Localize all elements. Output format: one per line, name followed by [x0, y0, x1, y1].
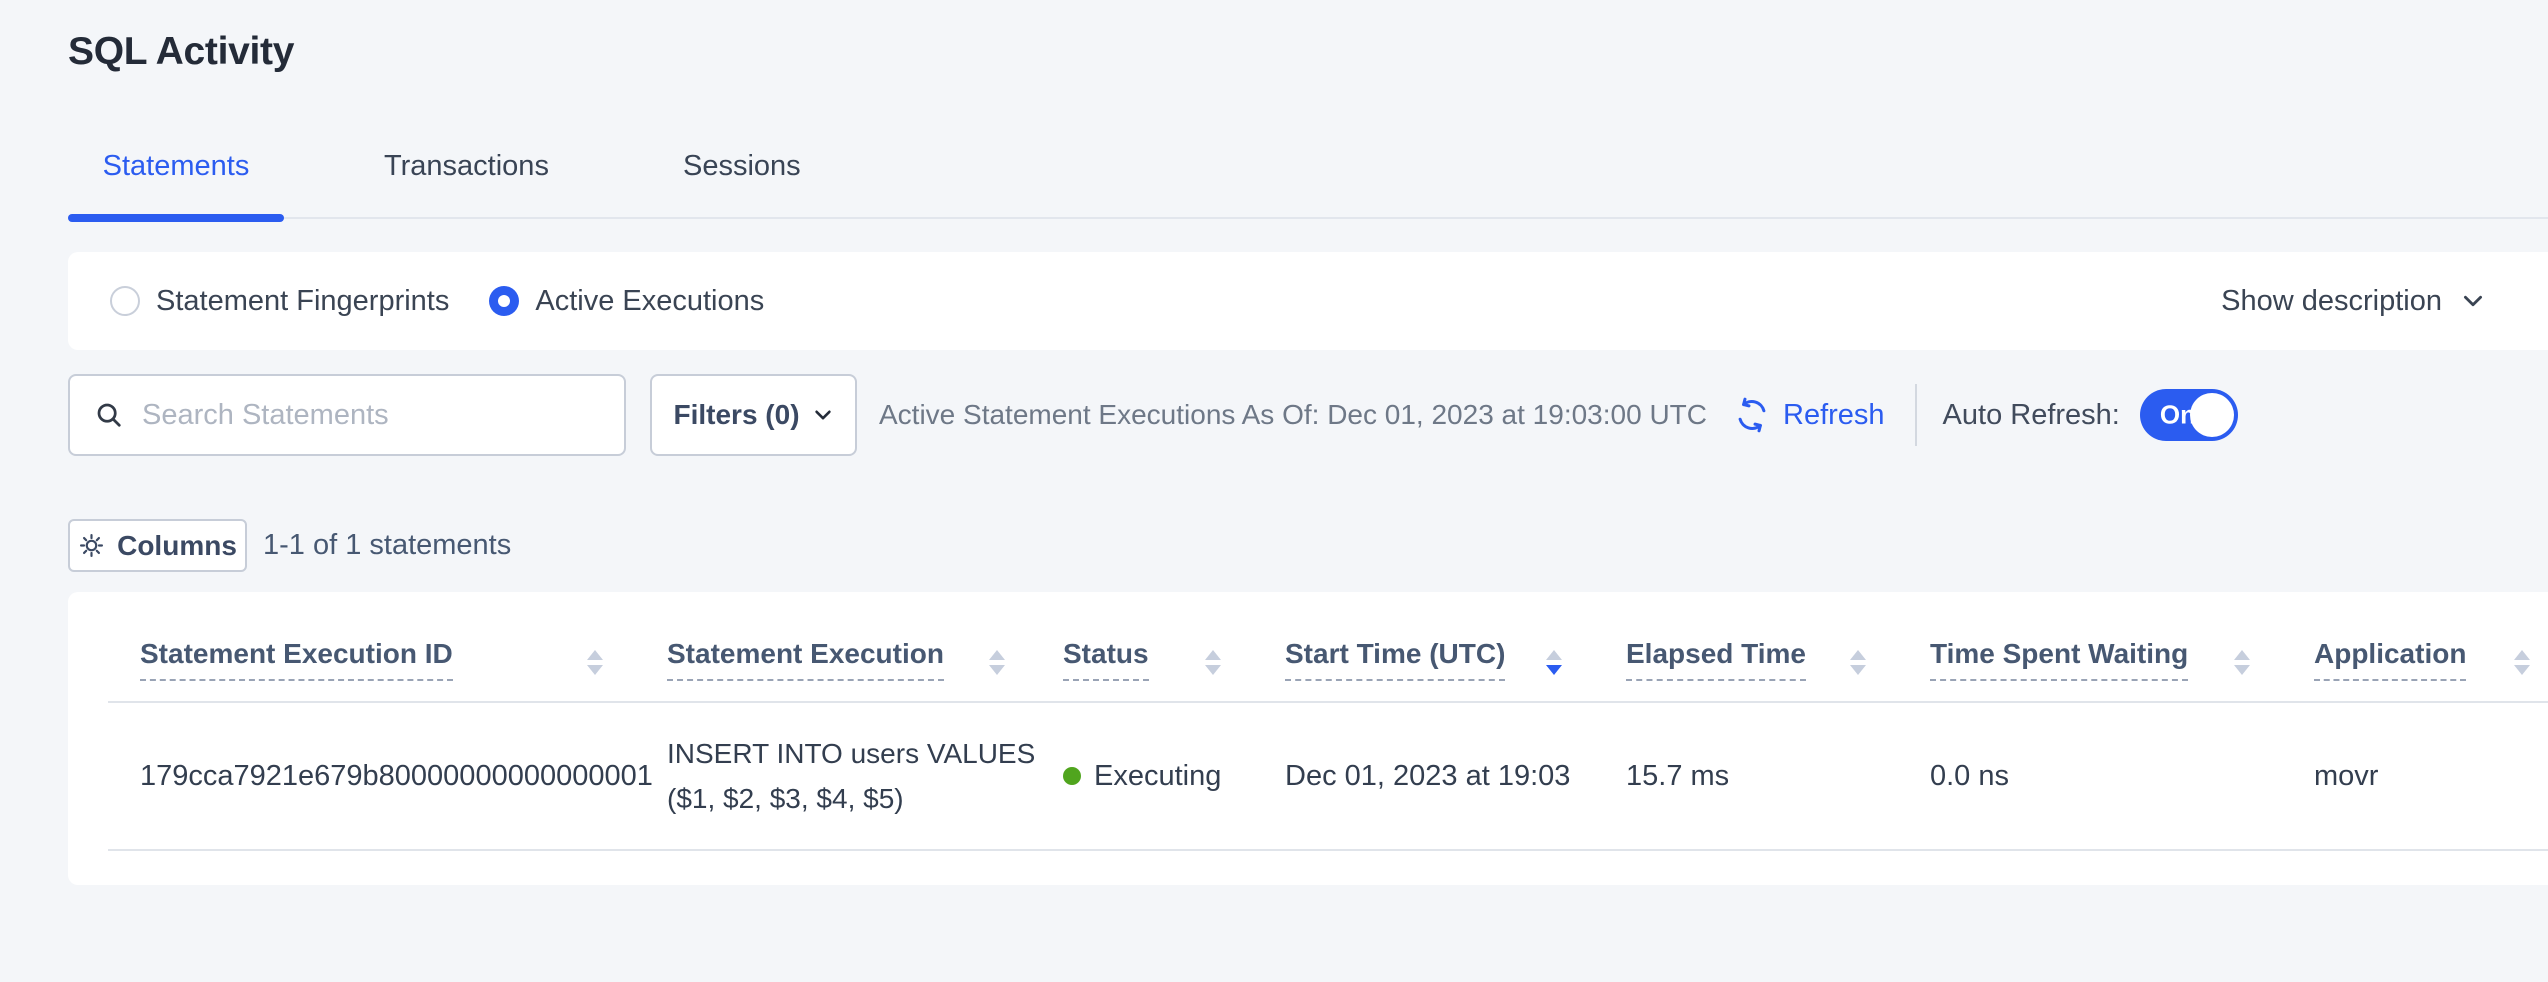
status-dot-icon [1063, 767, 1081, 785]
chevron-down-icon [812, 404, 834, 426]
column-header-statement-execution[interactable]: Statement Execution [667, 592, 1063, 702]
table-header-row: Statement Execution ID Statement Executi… [108, 592, 2548, 702]
sql-activity-page: SQL Activity Statements Transactions Ses… [0, 0, 2548, 982]
table-toolbar: Columns 1-1 of 1 statements [68, 519, 511, 572]
cell-execution-id[interactable]: 179cca7921e679b80000000000000001 [108, 702, 667, 850]
page-title: SQL Activity [68, 30, 294, 74]
sort-icon[interactable] [1850, 650, 1866, 681]
toggle-knob [2190, 393, 2234, 437]
sort-icon[interactable] [1205, 650, 1221, 681]
active-tab-indicator [68, 214, 284, 222]
refresh-label: Refresh [1783, 399, 1885, 432]
auto-refresh-toggle[interactable]: On [2140, 389, 2238, 441]
cell-start-time: Dec 01, 2023 at 19:03 [1285, 702, 1626, 850]
column-header-status[interactable]: Status [1063, 592, 1285, 702]
cell-time-spent-waiting: 0.0 ns [1930, 702, 2314, 850]
filters-button[interactable]: Filters (0) [650, 374, 857, 456]
search-input[interactable] [142, 399, 604, 432]
view-mode-card: Statement Fingerprints Active Executions… [68, 252, 2548, 350]
cell-application: movr [2314, 702, 2548, 850]
search-box[interactable] [68, 374, 626, 456]
table-row[interactable]: 179cca7921e679b80000000000000001 INSERT … [108, 702, 2548, 850]
radio-statement-fingerprints[interactable]: Statement Fingerprints [110, 285, 449, 318]
tab-statements[interactable]: Statements [68, 150, 284, 183]
status-label: Executing [1094, 760, 1221, 793]
search-icon [94, 400, 124, 430]
radio-label: Active Executions [535, 285, 764, 318]
sort-icon[interactable] [587, 650, 603, 681]
filters-label: Filters (0) [673, 399, 799, 431]
radio-circle-icon[interactable] [110, 286, 140, 316]
vertical-divider [1915, 384, 1917, 446]
chevron-down-icon [2460, 288, 2486, 314]
radio-label: Statement Fingerprints [156, 285, 449, 318]
controls-row: Filters (0) Active Statement Executions … [68, 374, 2548, 456]
tab-transactions[interactable]: Transactions [384, 150, 549, 183]
columns-button[interactable]: Columns [68, 519, 247, 572]
statements-table: Statement Execution ID Statement Executi… [108, 592, 2548, 851]
auto-refresh-label: Auto Refresh: [1943, 399, 2120, 432]
radio-circle-selected-icon[interactable] [489, 286, 519, 316]
sort-icon[interactable] [2514, 650, 2530, 681]
cell-status: Executing [1063, 702, 1285, 850]
result-count: 1-1 of 1 statements [263, 529, 511, 562]
gear-icon [78, 532, 105, 559]
sort-icon[interactable] [989, 650, 1005, 681]
tab-sessions[interactable]: Sessions [683, 150, 801, 183]
show-description-toggle[interactable]: Show description [2221, 285, 2486, 318]
tab-bar-divider [68, 217, 2548, 219]
column-header-start-time[interactable]: Start Time (UTC) [1285, 592, 1626, 702]
as-of-timestamp: Active Statement Executions As Of: Dec 0… [879, 399, 1707, 431]
column-header-application[interactable]: Application [2314, 592, 2548, 702]
show-description-label: Show description [2221, 285, 2442, 318]
refresh-icon [1733, 396, 1771, 434]
cell-statement: INSERT INTO users VALUES ($1, $2, $3, $4… [667, 702, 1063, 850]
sort-icon-descending-active[interactable] [1546, 650, 1562, 681]
columns-label: Columns [117, 530, 237, 562]
column-header-statement-execution-id[interactable]: Statement Execution ID [108, 592, 667, 702]
cell-elapsed-time: 15.7 ms [1626, 702, 1930, 850]
column-header-time-spent-waiting[interactable]: Time Spent Waiting [1930, 592, 2314, 702]
sort-icon[interactable] [2234, 650, 2250, 681]
refresh-button[interactable]: Refresh [1733, 396, 1885, 434]
statements-table-card: Statement Execution ID Statement Executi… [68, 592, 2548, 885]
radio-active-executions[interactable]: Active Executions [489, 285, 764, 318]
column-header-elapsed-time[interactable]: Elapsed Time [1626, 592, 1930, 702]
